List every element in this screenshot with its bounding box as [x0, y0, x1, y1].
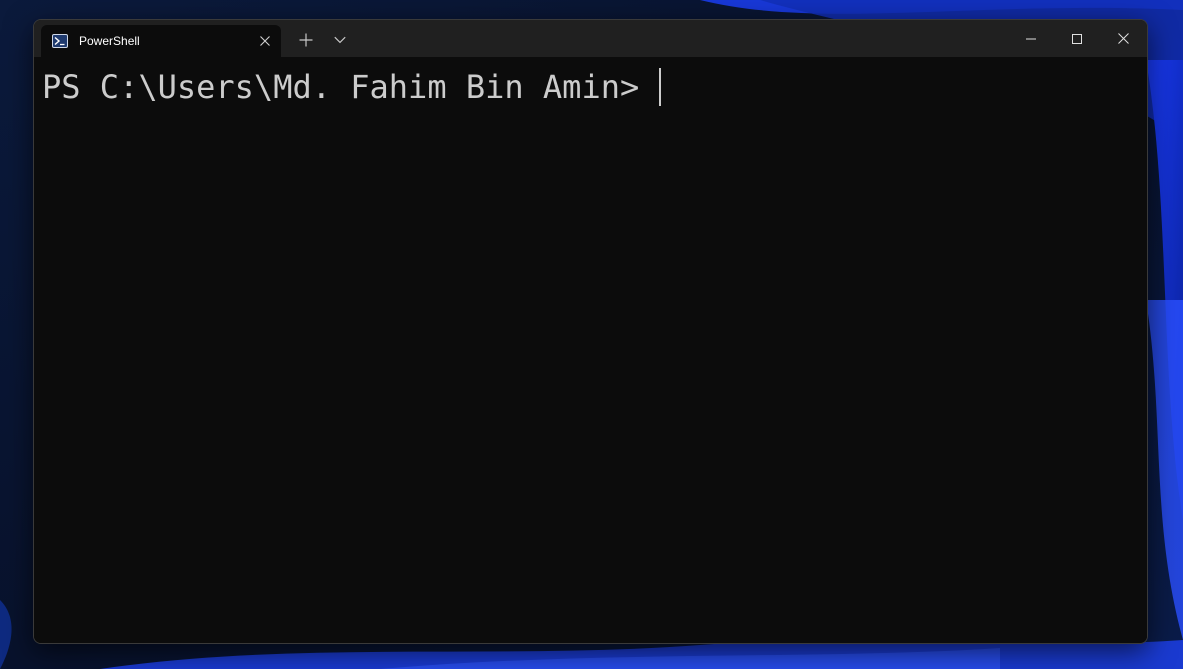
tab-close-button[interactable] — [257, 33, 273, 49]
maximize-icon — [1072, 33, 1082, 44]
terminal-area[interactable]: PS C:\Users\Md. Fahim Bin Amin> — [34, 57, 1147, 643]
maximize-button[interactable] — [1054, 20, 1100, 57]
minimize-button[interactable] — [1008, 20, 1054, 57]
close-icon — [260, 36, 270, 46]
close-window-button[interactable] — [1100, 20, 1147, 57]
tab-title: PowerShell — [79, 34, 140, 48]
desktop: PowerShell PS C:\Users\Md. Fahim Bin Ami… — [0, 0, 1183, 669]
close-icon — [1118, 33, 1129, 44]
text-cursor — [658, 68, 661, 106]
new-tab-button[interactable] — [294, 30, 318, 50]
minimize-icon — [1026, 38, 1036, 39]
prompt-line: PS C:\Users\Md. Fahim Bin Amin> — [42, 67, 661, 107]
prompt-text: PS C:\Users\Md. Fahim Bin Amin> — [42, 68, 659, 106]
tab-powershell[interactable]: PowerShell — [41, 25, 281, 57]
plus-icon — [299, 33, 313, 47]
terminal-window: PowerShell PS C:\Users\Md. Fahim Bin Ami… — [33, 19, 1148, 644]
title-bar[interactable]: PowerShell — [34, 20, 1147, 57]
powershell-icon — [52, 34, 68, 48]
tab-dropdown-button[interactable] — [330, 30, 350, 50]
chevron-down-icon — [334, 36, 346, 44]
